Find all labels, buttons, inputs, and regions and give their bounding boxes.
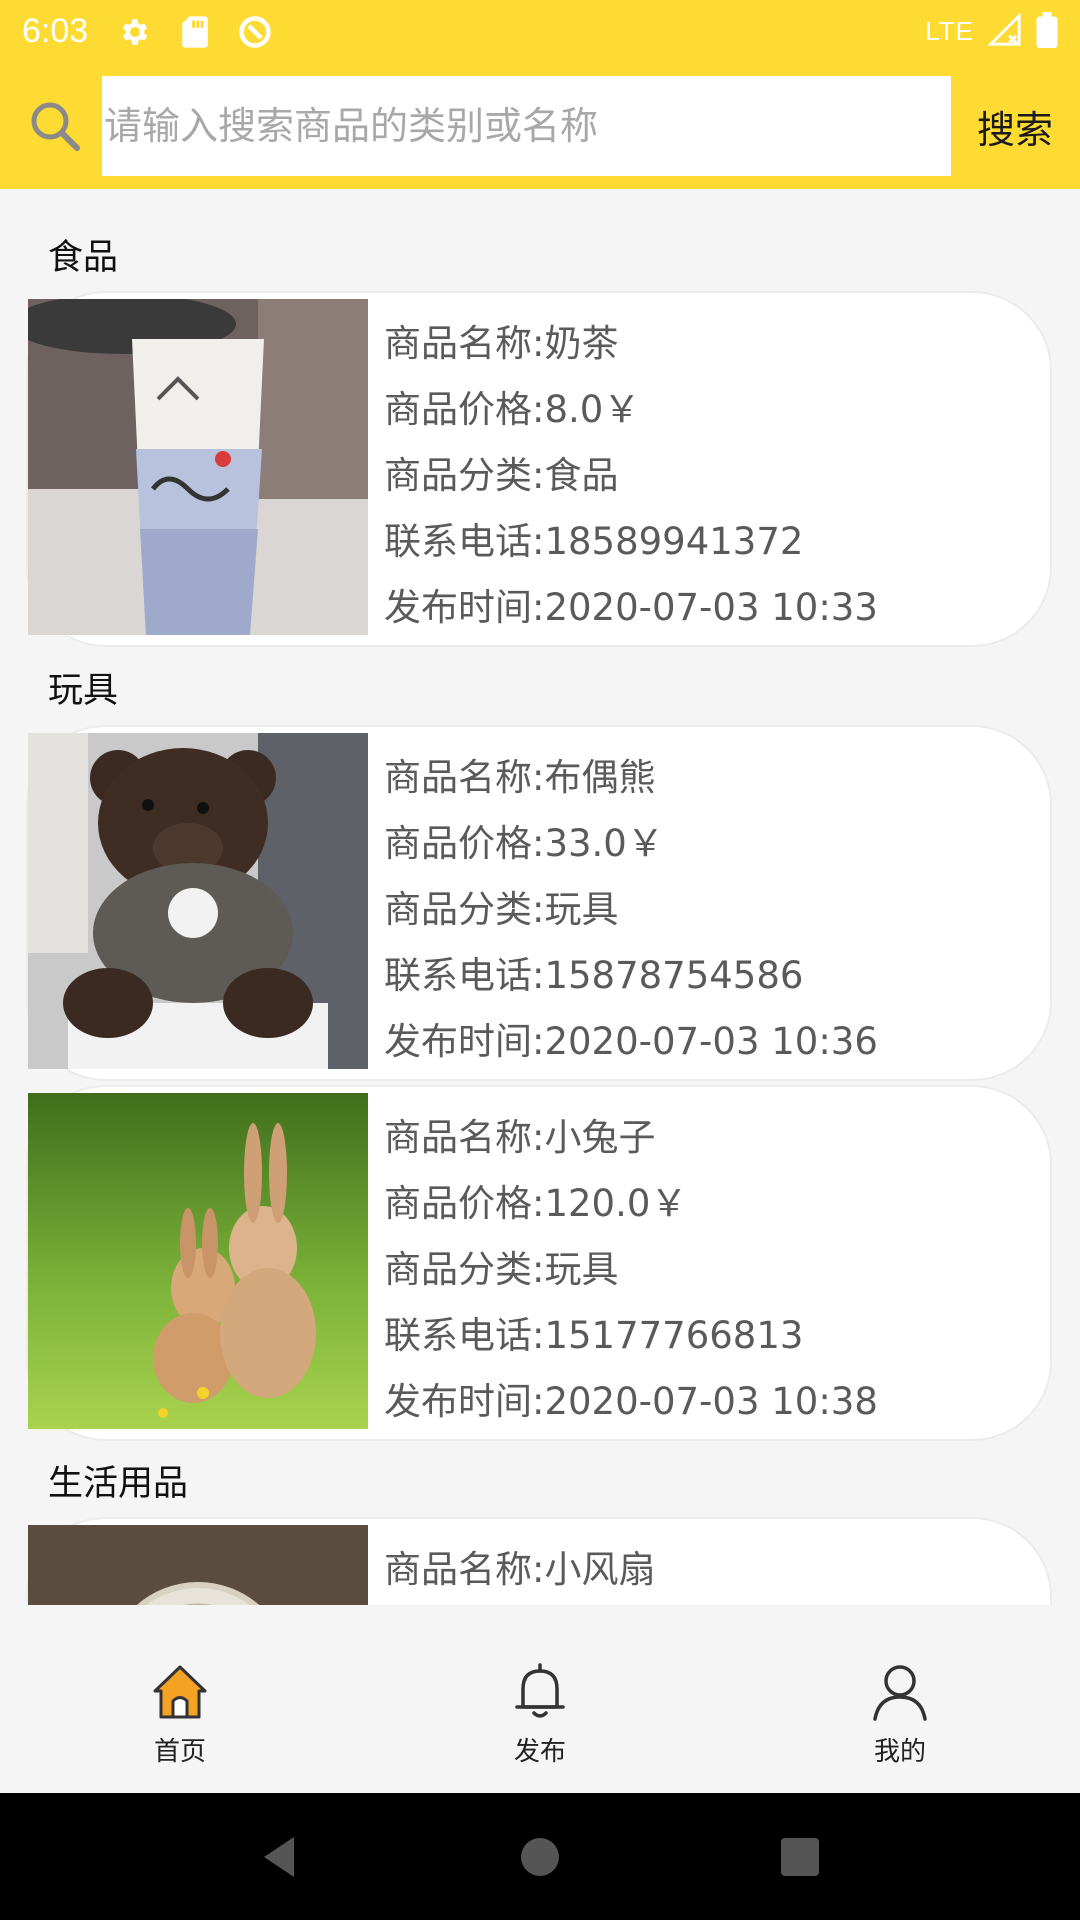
product-info: 商品名称:小兔子 商品价格:120.0￥ 商品分类:玩具 联系电话:151777… [384, 1105, 878, 1435]
nav-item-home[interactable]: 首页 [0, 1605, 360, 1793]
android-nav-bar [0, 1793, 1080, 1920]
product-time: 发布时间:2020-07-03 10:33 [384, 586, 878, 629]
product-category: 商品分类:玩具 [384, 1248, 619, 1291]
battery-icon [1036, 11, 1058, 52]
nav-label-home: 首页 [153, 1737, 206, 1767]
product-time: 发布时间:2020-07-03 10:36 [384, 1020, 878, 1063]
product-phone: 联系电话:15878754586 [384, 954, 804, 997]
search-icon[interactable] [28, 99, 82, 153]
home-icon [153, 1665, 207, 1719]
sync-icon [236, 13, 274, 51]
back-icon[interactable] [252, 1829, 308, 1885]
network-type: LTE [925, 16, 974, 46]
product-category: 商品分类:玩具 [384, 888, 619, 931]
search-input[interactable] [102, 76, 951, 176]
status-right-group: LTE [925, 11, 1058, 52]
product-price: 商品价格:33.0￥ [384, 822, 664, 865]
product-card[interactable]: 商品名称:布偶熊 商品价格:33.0￥ 商品分类:玩具 联系电话:1587875… [26, 725, 1052, 1081]
status-time: 6:03 [22, 12, 89, 50]
product-price: 商品价格:8.0￥ [384, 388, 641, 431]
product-info: 商品名称:布偶熊 商品价格:33.0￥ 商品分类:玩具 联系电话:1587875… [384, 745, 878, 1075]
person-icon [873, 1665, 927, 1721]
product-phone: 联系电话:18589941372 [384, 520, 804, 563]
search-button[interactable]: 搜索 [960, 76, 1070, 176]
section-title-daily-goods: 生活用品 [48, 1464, 189, 1504]
product-name: 商品名称:小风扇 [384, 1548, 656, 1591]
nav-item-mine[interactable]: 我的 [720, 1605, 1080, 1793]
product-category: 商品分类:食品 [384, 454, 619, 497]
product-name: 商品名称:布偶熊 [384, 756, 656, 799]
app-screen: 6:03 LTE 搜索 食品 [0, 0, 1080, 1920]
product-image-teddy-bear [28, 733, 368, 1069]
bell-icon [515, 1663, 565, 1718]
section-title-food: 食品 [48, 238, 119, 278]
product-name: 商品名称:小兔子 [384, 1116, 656, 1159]
gear-icon [116, 13, 154, 51]
section-title-toys: 玩具 [48, 671, 119, 711]
product-info: 商品名称:小风扇 [384, 1537, 655, 1603]
nav-item-publish[interactable]: 发布 [360, 1605, 720, 1793]
product-image-milk-tea [28, 299, 368, 635]
product-card[interactable]: 商品名称:小风扇 [26, 1517, 1052, 1605]
signal-icon [987, 11, 1022, 51]
recents-icon[interactable] [772, 1829, 828, 1885]
status-bar: 6:03 LTE [0, 0, 1080, 63]
product-phone: 联系电话:15177766813 [384, 1314, 804, 1357]
home-circle-icon[interactable] [512, 1829, 568, 1885]
product-card[interactable]: 商品名称:小兔子 商品价格:120.0￥ 商品分类:玩具 联系电话:151777… [26, 1085, 1052, 1441]
nav-label-publish: 发布 [513, 1737, 566, 1767]
product-list[interactable]: 食品 商品名称:奶茶 商品价格:8.0￥ 商品分类:食品 联系电话:185899… [0, 189, 1080, 1605]
sd-card-icon [176, 13, 214, 51]
product-image-fan [28, 1525, 368, 1605]
product-image-rabbit [28, 1093, 368, 1429]
nav-label-mine: 我的 [873, 1737, 926, 1767]
product-info: 商品名称:奶茶 商品价格:8.0￥ 商品分类:食品 联系电话:185899413… [384, 311, 878, 641]
bottom-nav: 首页 发布 我的 [0, 1605, 1080, 1793]
product-price: 商品价格:120.0￥ [384, 1182, 688, 1225]
product-time: 发布时间:2020-07-03 10:38 [384, 1380, 878, 1423]
product-name: 商品名称:奶茶 [384, 322, 619, 365]
product-card[interactable]: 商品名称:奶茶 商品价格:8.0￥ 商品分类:食品 联系电话:185899413… [26, 291, 1052, 647]
search-bar: 搜索 [0, 63, 1080, 189]
